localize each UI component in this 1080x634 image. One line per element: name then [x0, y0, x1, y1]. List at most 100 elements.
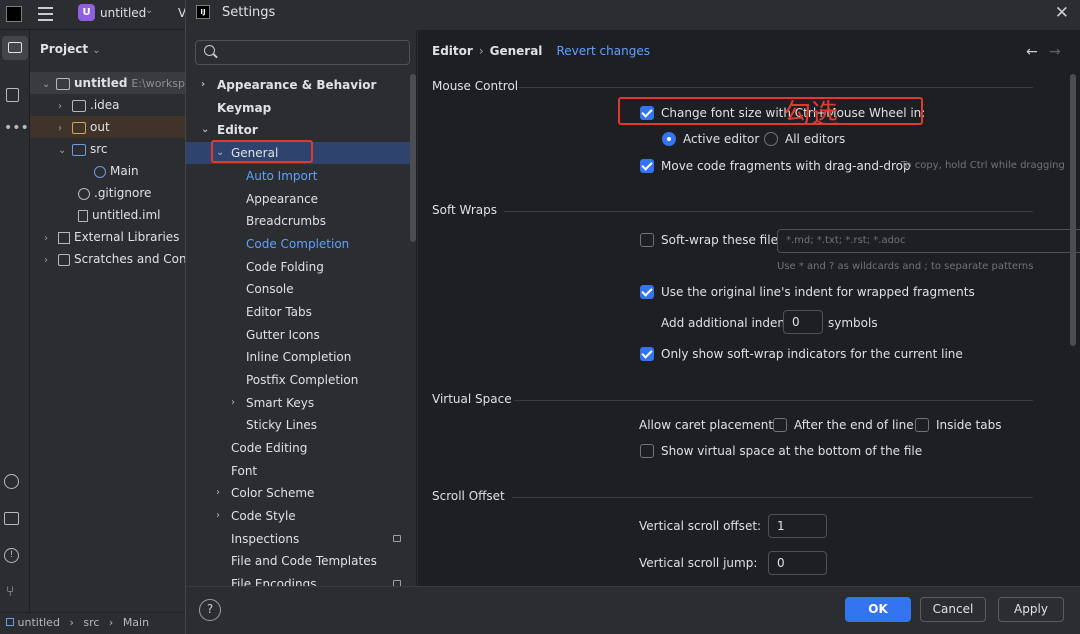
chevron-right-icon: › — [216, 510, 220, 521]
apply-button[interactable]: Apply — [998, 597, 1064, 622]
nav-auto-import[interactable]: Auto Import — [186, 165, 411, 187]
tree-item-label: Main — [110, 164, 139, 178]
ignore-file-icon — [78, 187, 90, 200]
vertical-offset-input[interactable]: 1 — [768, 514, 827, 538]
cancel-button[interactable]: Cancel — [920, 597, 986, 622]
nav-appearance-behavior[interactable]: › Appearance & Behavior — [186, 74, 411, 96]
help-button[interactable]: ? — [199, 599, 221, 621]
tree-row-gitignore[interactable]: .gitignore — [78, 182, 151, 204]
tree-row-ext-libs[interactable]: › External Libraries — [44, 226, 179, 248]
tree-row-out[interactable]: › out — [30, 116, 190, 138]
tree-item-label: .idea — [90, 98, 120, 112]
tree-item-label: .gitignore — [94, 186, 152, 200]
tree-row-main[interactable]: Main — [94, 160, 139, 182]
nav-code-folding[interactable]: Code Folding — [186, 256, 411, 278]
project-tool-button[interactable] — [2, 36, 28, 60]
nav-code-completion[interactable]: Code Completion — [186, 233, 411, 255]
nav-gutter-icons[interactable]: Gutter Icons — [186, 324, 411, 346]
nav-breadcrumbs[interactable]: Breadcrumbs — [186, 210, 411, 232]
nav-editor[interactable]: ⌄ Editor — [186, 119, 411, 141]
settings-search-input[interactable] — [195, 40, 410, 65]
run-icon[interactable] — [4, 474, 19, 489]
softwrap-files-label[interactable]: Soft-wrap these files: — [661, 230, 788, 250]
structure-icon[interactable] — [6, 88, 19, 102]
git-icon[interactable]: ⑂ — [6, 584, 14, 600]
nav-code-editing[interactable]: Code Editing — [186, 437, 411, 459]
add-indent-input[interactable]: 0 — [783, 310, 823, 334]
tree-row-iml[interactable]: untitled.iml — [78, 204, 160, 226]
tree-row-root[interactable]: ⌄ untitled E:\workspa — [30, 72, 192, 94]
inside-tabs-label[interactable]: Inside tabs — [936, 415, 1001, 435]
back-arrow-icon[interactable]: ← — [1026, 44, 1038, 60]
after-end-checkbox[interactable] — [773, 418, 787, 432]
only-show-label[interactable]: Only show soft-wrap indicators for the c… — [661, 344, 963, 364]
nav-inline-completion[interactable]: Inline Completion — [186, 346, 411, 368]
drag-drop-label[interactable]: Move code fragments with drag-and-drop — [661, 156, 911, 176]
nav-label: Appearance — [246, 192, 319, 206]
softwrap-files-checkbox[interactable] — [640, 233, 654, 247]
nav-label: Color Scheme — [231, 486, 315, 500]
nav-inspections[interactable]: Inspections — [186, 528, 411, 550]
close-icon[interactable]: ✕ — [1055, 3, 1069, 23]
nav-console[interactable]: Console — [186, 278, 411, 300]
ok-button[interactable]: OK — [845, 597, 911, 622]
chevron-down-icon: ⌄ — [145, 5, 154, 16]
content-scrollbar[interactable] — [1070, 74, 1076, 346]
nav-postfix-completion[interactable]: Postfix Completion — [186, 369, 411, 391]
hamburger-menu-icon[interactable] — [38, 7, 53, 21]
nav-sticky-lines[interactable]: Sticky Lines — [186, 414, 411, 436]
nav-editor-tabs[interactable]: Editor Tabs — [186, 301, 411, 323]
nav-keymap[interactable]: Keymap — [186, 97, 411, 119]
project-badge-icon[interactable]: U — [78, 4, 95, 21]
nav-scrollbar[interactable] — [410, 74, 416, 242]
nav-smart-keys[interactable]: › Smart Keys — [186, 392, 411, 414]
all-editors-radio[interactable] — [764, 132, 778, 146]
project-name[interactable]: untitled — [100, 6, 146, 20]
tree-row-src[interactable]: ⌄ src — [58, 138, 108, 160]
active-editor-radio[interactable] — [662, 132, 676, 146]
project-view-title[interactable]: Project ⌄ — [40, 42, 101, 56]
vertical-jump-input[interactable]: 0 — [768, 551, 827, 575]
after-end-label[interactable]: After the end of line — [794, 415, 914, 435]
nav-font[interactable]: Font — [186, 460, 411, 482]
problems-icon[interactable]: ! — [4, 548, 19, 563]
nav-color-scheme[interactable]: › Color Scheme — [186, 482, 411, 504]
chevron-right-icon: › — [58, 123, 62, 134]
nav-file-code-templates[interactable]: File and Code Templates — [186, 550, 411, 572]
inside-tabs-checkbox[interactable] — [915, 418, 929, 432]
show-virtual-checkbox[interactable] — [640, 444, 654, 458]
original-indent-label[interactable]: Use the original line's indent for wrapp… — [661, 282, 975, 302]
show-virtual-label[interactable]: Show virtual space at the bottom of the … — [661, 441, 922, 461]
nav-file-encodings[interactable]: File Encodings — [186, 573, 411, 586]
chevron-right-icon: › — [44, 233, 48, 244]
section-soft-wraps: Soft Wraps — [432, 203, 497, 217]
drag-drop-checkbox[interactable] — [640, 159, 654, 173]
revert-changes-link[interactable]: Revert changes — [556, 44, 650, 58]
status-crumb: src — [83, 616, 100, 629]
nav-label: Editor — [217, 123, 258, 137]
section-divider — [512, 497, 1033, 498]
softwrap-patterns-input[interactable]: *.md; *.txt; *.rst; *.adoc — [777, 229, 1080, 253]
drag-drop-hint: To copy, hold Ctrl while dragging — [901, 160, 1065, 171]
allow-caret-label: Allow caret placement: — [639, 418, 778, 432]
only-show-checkbox[interactable] — [640, 347, 654, 361]
breadcrumb-parent[interactable]: Editor — [432, 44, 473, 58]
tree-row-scratches[interactable]: › Scratches and Conso — [44, 248, 200, 270]
tree-item-label: out — [90, 120, 110, 134]
module-icon — [6, 618, 14, 626]
tree-row-idea[interactable]: › .idea — [58, 94, 120, 116]
terminal-icon[interactable] — [4, 512, 19, 525]
chevron-down-icon: ⌄ — [92, 45, 101, 56]
original-indent-checkbox[interactable] — [640, 285, 654, 299]
nav-label: Code Editing — [231, 441, 308, 455]
nav-appearance[interactable]: Appearance — [186, 188, 411, 210]
active-editor-label[interactable]: Active editor — [683, 129, 759, 149]
tree-item-label: src — [90, 142, 108, 156]
more-icon[interactable]: ••• — [4, 120, 29, 136]
nav-label: File and Code Templates — [231, 554, 377, 568]
section-virtual-space: Virtual Space — [432, 392, 512, 406]
forward-arrow-icon[interactable]: → — [1049, 44, 1061, 60]
all-editors-label[interactable]: All editors — [785, 129, 845, 149]
nav-code-style[interactable]: › Code Style — [186, 505, 411, 527]
status-breadcrumb[interactable]: untitled › src › Main — [6, 616, 149, 629]
